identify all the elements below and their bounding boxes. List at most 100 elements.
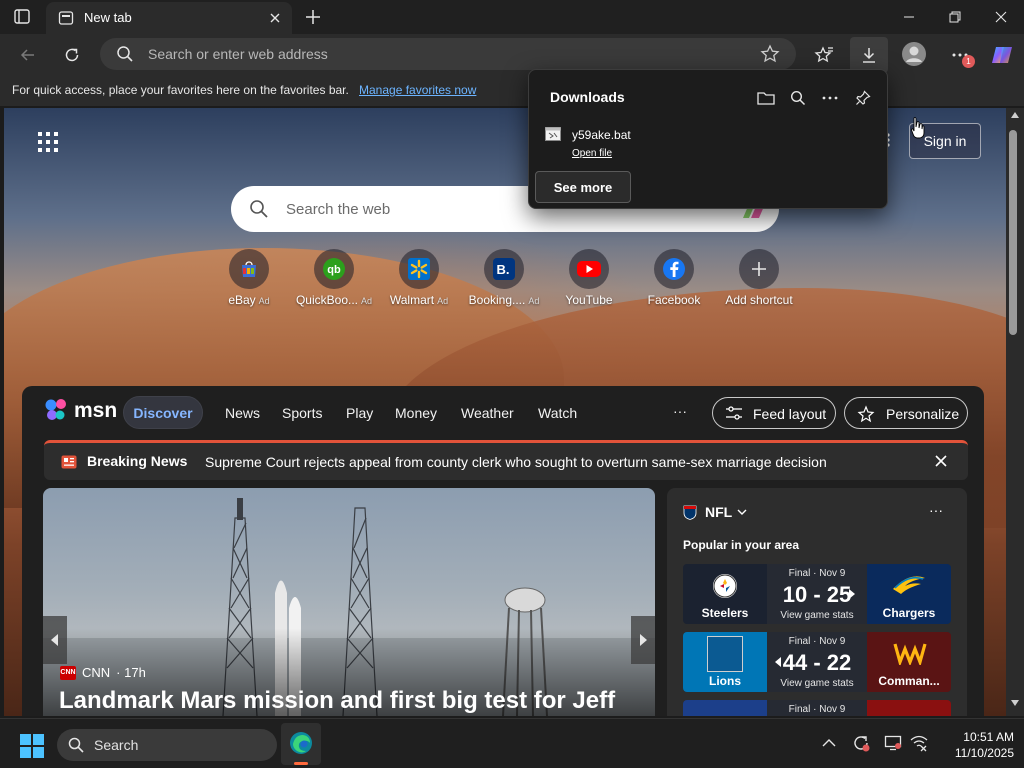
clock-date: 11/10/2025 xyxy=(954,746,1014,760)
feed-layout-button[interactable]: Feed layout xyxy=(712,397,836,429)
add-favorite-star-icon[interactable] xyxy=(760,44,780,64)
favorites-button[interactable] xyxy=(808,39,840,71)
shortcut-label: YouTube xyxy=(565,293,613,307)
see-more-button[interactable]: See more xyxy=(535,171,631,203)
ad-badge: Ad xyxy=(361,296,373,306)
game-status: Final · Nov 9 xyxy=(788,636,846,647)
ad-badge: Ad xyxy=(258,296,270,306)
scroll-down-arrow-icon[interactable] xyxy=(1011,700,1019,706)
tab-weather[interactable]: Weather xyxy=(461,405,514,421)
carousel-prev-button[interactable] xyxy=(43,616,67,664)
minimize-button[interactable] xyxy=(886,0,932,34)
open-file-link[interactable]: Open file xyxy=(572,148,612,159)
game-score: 10 - 25 xyxy=(782,582,852,607)
windows-start-icon[interactable] xyxy=(20,734,44,758)
restore-button[interactable] xyxy=(932,0,978,34)
breaking-news-headline[interactable]: Supreme Court rejects appeal from county… xyxy=(205,454,827,470)
nfl-shield-icon xyxy=(683,504,697,520)
msn-logo-text: msn xyxy=(74,399,118,422)
settings-more-button[interactable]: 1 xyxy=(944,39,976,71)
tab-new-tab[interactable]: New tab xyxy=(46,2,292,34)
team-right-name: Comman... xyxy=(878,674,940,688)
sync-alert-icon[interactable] xyxy=(852,734,870,752)
search-icon xyxy=(68,737,84,753)
game-row[interactable]: Final · Nov 9 44 - 22 View game stats Li… xyxy=(683,632,951,692)
tab-news[interactable]: News xyxy=(225,405,260,421)
tab-discover[interactable]: Discover xyxy=(123,396,203,429)
edge-icon xyxy=(290,732,312,754)
close-window-button[interactable] xyxy=(978,0,1024,34)
taskbar-clock[interactable]: 10:51 AM 11/10/2025 xyxy=(934,729,1014,761)
shortcut-youtube[interactable]: YouTube xyxy=(547,249,631,307)
article-title[interactable]: Landmark Mars mission and first big test… xyxy=(59,687,615,715)
tab-watch[interactable]: Watch xyxy=(538,405,577,421)
breaking-news-banner[interactable]: Breaking News Supreme Court rejects appe… xyxy=(44,440,968,480)
close-tab-icon[interactable] xyxy=(268,11,282,25)
personalize-button[interactable]: Personalize xyxy=(844,397,968,429)
search-icon xyxy=(116,45,134,63)
ad-badge: Ad xyxy=(437,296,449,306)
add-shortcut-button[interactable]: Add shortcut xyxy=(717,249,801,307)
shortcut-walmart[interactable]: Walmart Ad xyxy=(377,249,461,307)
shortcut-facebook[interactable]: Facebook xyxy=(632,249,716,307)
article-age: · 17h xyxy=(116,665,146,680)
msn-logo[interactable]: msn xyxy=(44,397,117,423)
more-options-icon[interactable] xyxy=(816,84,844,112)
taskbar-edge-button[interactable] xyxy=(281,723,321,765)
back-button[interactable] xyxy=(12,39,44,71)
scroll-up-arrow-icon[interactable] xyxy=(1011,112,1019,118)
close-icon[interactable] xyxy=(935,455,947,467)
address-placeholder: Search or enter web address xyxy=(148,46,328,62)
nfl-scores-card: NFL ··· Popular in your area Final · Nov… xyxy=(667,488,967,716)
shortcut-booking[interactable]: B. Booking.... Ad xyxy=(462,249,546,307)
ebay-icon xyxy=(229,249,269,289)
app-launcher-icon[interactable] xyxy=(34,128,62,156)
tab-actions-icon[interactable] xyxy=(12,8,32,26)
quickbooks-icon: qb xyxy=(314,249,354,289)
source-name: CNN xyxy=(82,665,111,680)
tab-money[interactable]: Money xyxy=(395,405,437,421)
team-left-name: Steelers xyxy=(701,606,749,620)
shortcut-label: Booking.... xyxy=(468,293,526,307)
downloads-title: Downloads xyxy=(550,89,625,105)
cnn-logo-icon: CNN xyxy=(60,665,76,680)
address-bar[interactable]: Search or enter web address xyxy=(100,38,796,70)
nfl-more-button[interactable]: ··· xyxy=(929,502,943,518)
msn-butterfly-icon xyxy=(45,399,66,420)
search-downloads-icon[interactable] xyxy=(784,84,812,112)
game-row[interactable]: Final · Nov 9 xyxy=(683,700,951,716)
chevron-down-icon[interactable] xyxy=(737,508,747,516)
pin-icon[interactable] xyxy=(849,84,877,112)
open-downloads-folder-icon[interactable] xyxy=(752,84,780,112)
search-icon xyxy=(249,199,269,219)
display-icon[interactable] xyxy=(884,734,902,752)
notification-badge: 1 xyxy=(962,55,975,68)
network-icon[interactable] xyxy=(910,734,928,752)
shortcut-label: Add shortcut xyxy=(725,293,793,307)
refresh-button[interactable] xyxy=(56,39,88,71)
manage-favorites-link[interactable]: Manage favorites now xyxy=(359,83,476,97)
scrollbar-thumb[interactable] xyxy=(1009,130,1017,335)
shortcut-label: eBay xyxy=(228,293,256,307)
downloaded-file-name[interactable]: y59ake.bat xyxy=(572,128,631,142)
copilot-icon[interactable] xyxy=(986,39,1018,71)
new-tab-button[interactable] xyxy=(304,8,322,26)
chevron-up-icon[interactable] xyxy=(822,738,836,748)
taskbar-search-box[interactable]: Search xyxy=(57,729,277,761)
winner-arrow-icon xyxy=(849,589,855,599)
downloads-button[interactable] xyxy=(850,37,888,73)
profile-avatar[interactable] xyxy=(898,38,930,70)
game-row[interactable]: Final · Nov 9 10 - 25 View game stats St… xyxy=(683,564,951,624)
tab-play[interactable]: Play xyxy=(346,405,373,421)
shortcut-quickbooks[interactable]: qb QuickBoo... Ad xyxy=(292,249,376,307)
tab-sports[interactable]: Sports xyxy=(282,405,322,421)
carousel-next-button[interactable] xyxy=(631,616,655,664)
more-tabs-button[interactable]: ··· xyxy=(673,403,687,419)
hero-article-card[interactable]: CNN CNN · 17h Landmark Mars mission and … xyxy=(43,488,655,716)
new-tab-page-icon xyxy=(58,10,74,26)
game-score: 44 - 22 xyxy=(782,650,852,675)
shortcut-ebay[interactable]: eBay Ad xyxy=(207,249,291,307)
nfl-title[interactable]: NFL xyxy=(705,504,732,520)
hand-cursor-icon xyxy=(911,117,925,139)
game-status: Final · Nov 9 xyxy=(788,704,846,715)
